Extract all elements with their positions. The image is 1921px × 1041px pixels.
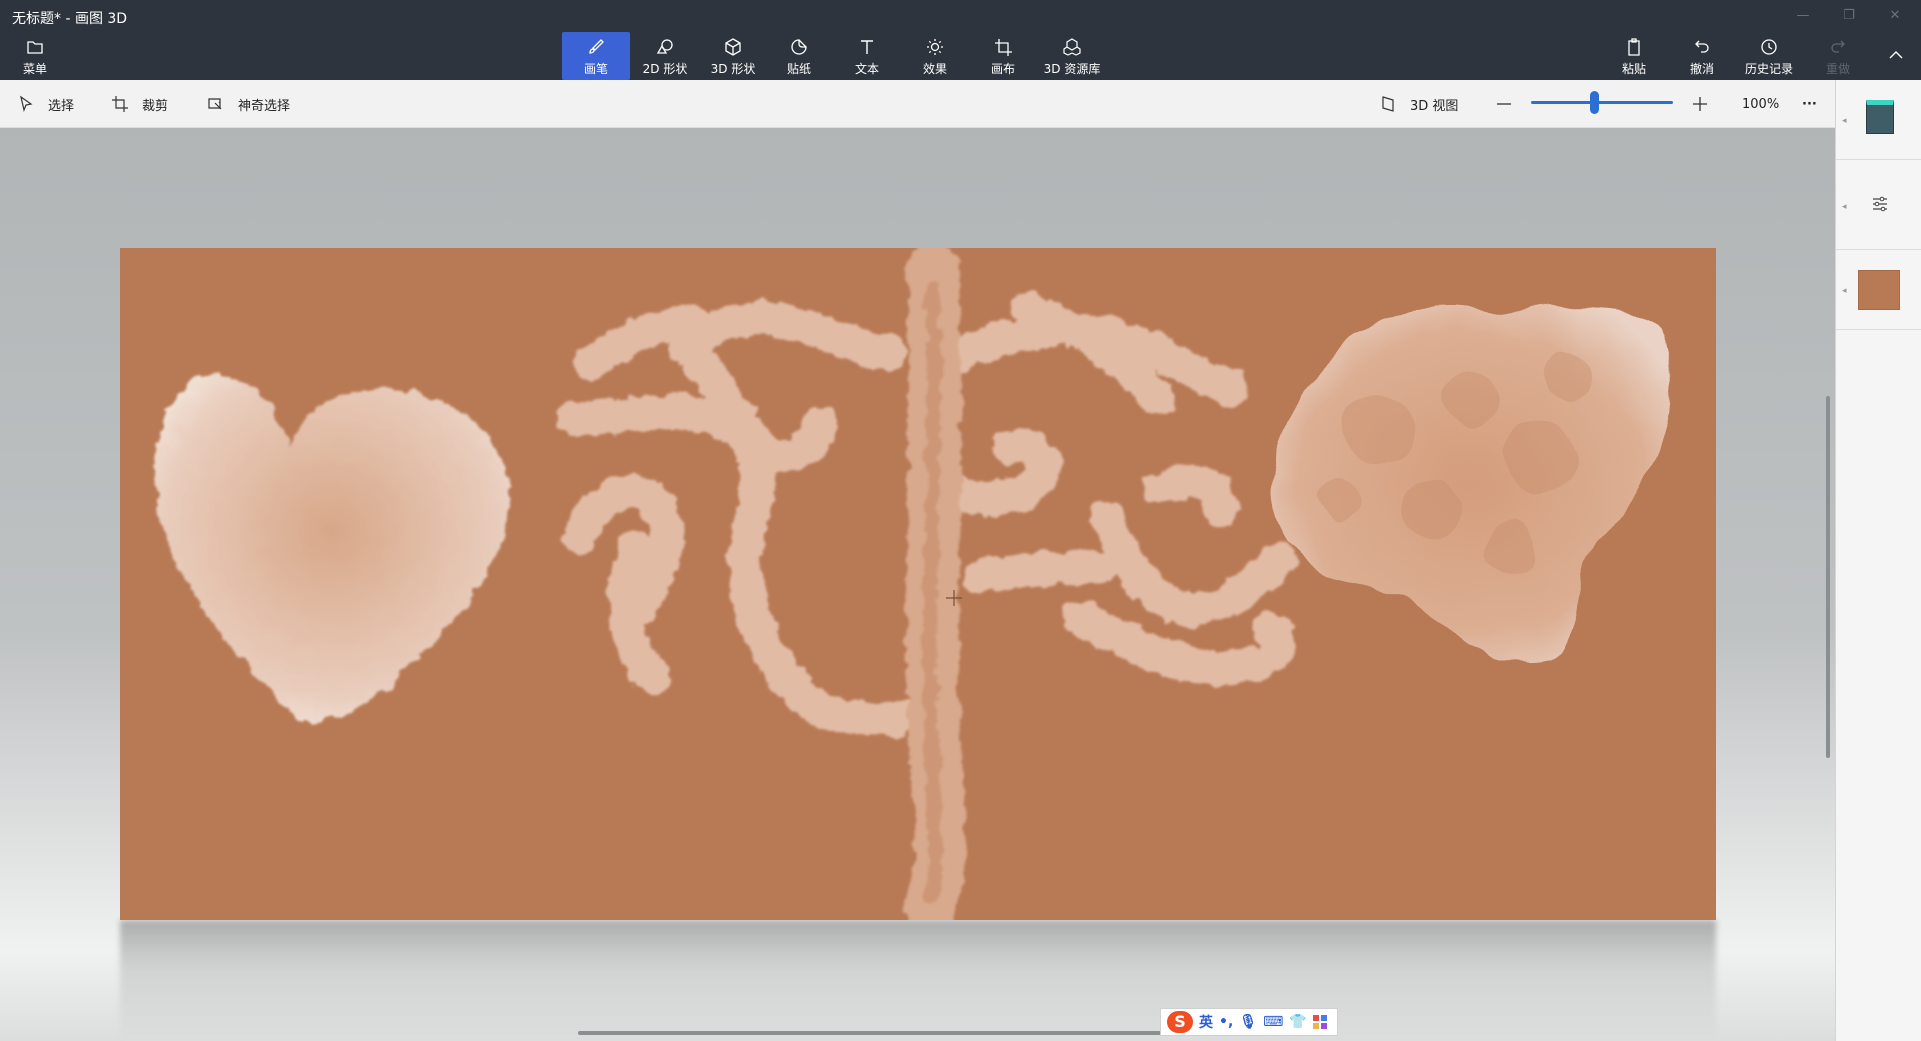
zoom-value[interactable]: 100% [1742, 80, 1779, 128]
view-3d-icon [1382, 96, 1394, 112]
redo-label: 重做 [1825, 62, 1850, 76]
magic-select-icon [208, 98, 222, 110]
tool-shapes-3d[interactable]: 3D 形状 [704, 32, 762, 80]
undo-button[interactable]: 撤消 [1682, 32, 1722, 80]
zoom-slider-track[interactable] [1531, 101, 1673, 104]
workspace [0, 128, 1835, 1041]
sun-icon [927, 39, 943, 55]
history-icon [1761, 39, 1777, 55]
chevron-up-icon [1889, 51, 1903, 59]
chevron-left-icon: ◂ [1842, 286, 1847, 296]
library-icon [1063, 38, 1081, 56]
skin-icon[interactable]: 👕 [1289, 1014, 1306, 1030]
more-options-button[interactable]: ··· [1802, 80, 1817, 128]
ime-toolbar: S 英 •, 🎙 ⌨ 👕 [1160, 1008, 1338, 1036]
undo-icon [1695, 40, 1709, 53]
chevron-left-icon: ◂ [1842, 116, 1847, 126]
tool-label: 画笔 [583, 62, 608, 76]
paste-label: 粘贴 [1621, 62, 1646, 76]
select-label: 选择 [48, 98, 75, 114]
tool-shapes-2d[interactable]: 2D 形状 [636, 32, 694, 80]
undo-label: 撤消 [1689, 62, 1714, 76]
command-bar: 选择 裁剪 神奇选择 3D 视图 100% ··· [0, 80, 1921, 128]
mic-icon[interactable]: 🎙 [1239, 1014, 1257, 1030]
brush-icon [589, 39, 604, 54]
sticker-icon [791, 39, 807, 55]
horizontal-scrollbar[interactable] [578, 1031, 1168, 1035]
paste-button[interactable]: 粘贴 [1614, 32, 1654, 80]
history-button[interactable]: 历史记录 [1740, 32, 1798, 80]
tool-text[interactable]: 文本 [842, 32, 892, 80]
redo-button[interactable]: 重做 [1818, 32, 1858, 80]
magic-select-label: 神奇选择 [238, 98, 291, 114]
tool-label: 文本 [854, 62, 879, 76]
sogou-logo-icon[interactable]: S [1167, 1011, 1193, 1033]
text-icon [861, 40, 873, 54]
tool-stickers[interactable]: 贴纸 [774, 32, 824, 80]
menu-button[interactable]: 菜单 [18, 32, 52, 80]
minimize-icon[interactable]: — [1780, 4, 1826, 28]
menu-label: 菜单 [22, 62, 47, 76]
ime-language-toggle[interactable]: 英 [1199, 1012, 1213, 1032]
tool-effects[interactable]: 效果 [910, 32, 960, 80]
current-color-swatch[interactable] [1858, 270, 1900, 310]
side-panel: ◂ ◂ ◂ [1835, 80, 1921, 1041]
maximize-icon[interactable]: ❐ [1826, 4, 1872, 28]
tool-3d-library[interactable]: 3D 资源库 [1040, 32, 1104, 80]
heart-stroke [154, 374, 510, 722]
crop-icon [112, 96, 128, 112]
history-label: 历史记录 [1744, 62, 1793, 76]
select-button[interactable]: 选择 [16, 80, 74, 128]
redo-icon [1831, 40, 1845, 53]
title-bar: 无标题* - 画图 3D — ❐ ✕ 菜单 画笔 2D 形状 3D 形状 贴纸 … [0, 0, 1921, 80]
paint-bucket-icon [1866, 100, 1894, 134]
magic-select-button[interactable]: 神奇选择 [206, 80, 290, 128]
canvas-drawing [154, 248, 1672, 920]
close-icon[interactable]: ✕ [1872, 4, 1918, 28]
vertical-scrollbar[interactable] [1826, 396, 1830, 758]
tool-label: 2D 形状 [642, 62, 688, 76]
crop-button[interactable]: 裁剪 [110, 80, 168, 128]
tool-label: 贴纸 [786, 62, 811, 76]
tool-label: 画布 [990, 62, 1015, 76]
chevron-left-icon: ◂ [1842, 202, 1847, 212]
zoom-slider-thumb[interactable] [1590, 91, 1600, 114]
zoom-out-button[interactable] [1494, 80, 1514, 128]
zoom-in-button[interactable] [1690, 80, 1710, 128]
window-title: 无标题* - 画图 3D [12, 11, 128, 27]
color-section[interactable]: ◂ [1836, 250, 1921, 330]
keyboard-icon[interactable]: ⌨ [1263, 1014, 1283, 1030]
character-strokes [558, 248, 1297, 920]
cube-icon [725, 38, 741, 56]
tool-canvas[interactable]: 画布 [978, 32, 1028, 80]
tool-label: 效果 [922, 62, 947, 76]
brush-settings-section[interactable]: ◂ [1836, 160, 1921, 250]
minus-icon [1497, 103, 1511, 105]
ime-punct-toggle[interactable]: •, [1219, 1014, 1233, 1030]
view-3d-label: 3D 视图 [1410, 98, 1459, 114]
paste-icon [1628, 38, 1640, 56]
shapes-2d-icon [656, 39, 673, 54]
canvas-icon [995, 39, 1012, 56]
brush-preview-section[interactable]: ◂ [1836, 80, 1921, 160]
apps-icon[interactable] [1312, 1015, 1327, 1029]
drawing-canvas[interactable] [120, 248, 1716, 920]
tool-label: 3D 资源库 [1043, 62, 1101, 76]
cursor-icon [20, 95, 33, 113]
plus-icon [1693, 97, 1707, 111]
folder-icon [27, 41, 43, 54]
tool-brushes[interactable]: 画笔 [562, 32, 630, 80]
tool-label: 3D 形状 [710, 62, 756, 76]
canvas-reflection [120, 920, 1716, 1041]
crop-label: 裁剪 [142, 98, 169, 114]
sliders-icon [1873, 196, 1887, 212]
view-3d-button[interactable]: 3D 视图 [1378, 80, 1458, 128]
